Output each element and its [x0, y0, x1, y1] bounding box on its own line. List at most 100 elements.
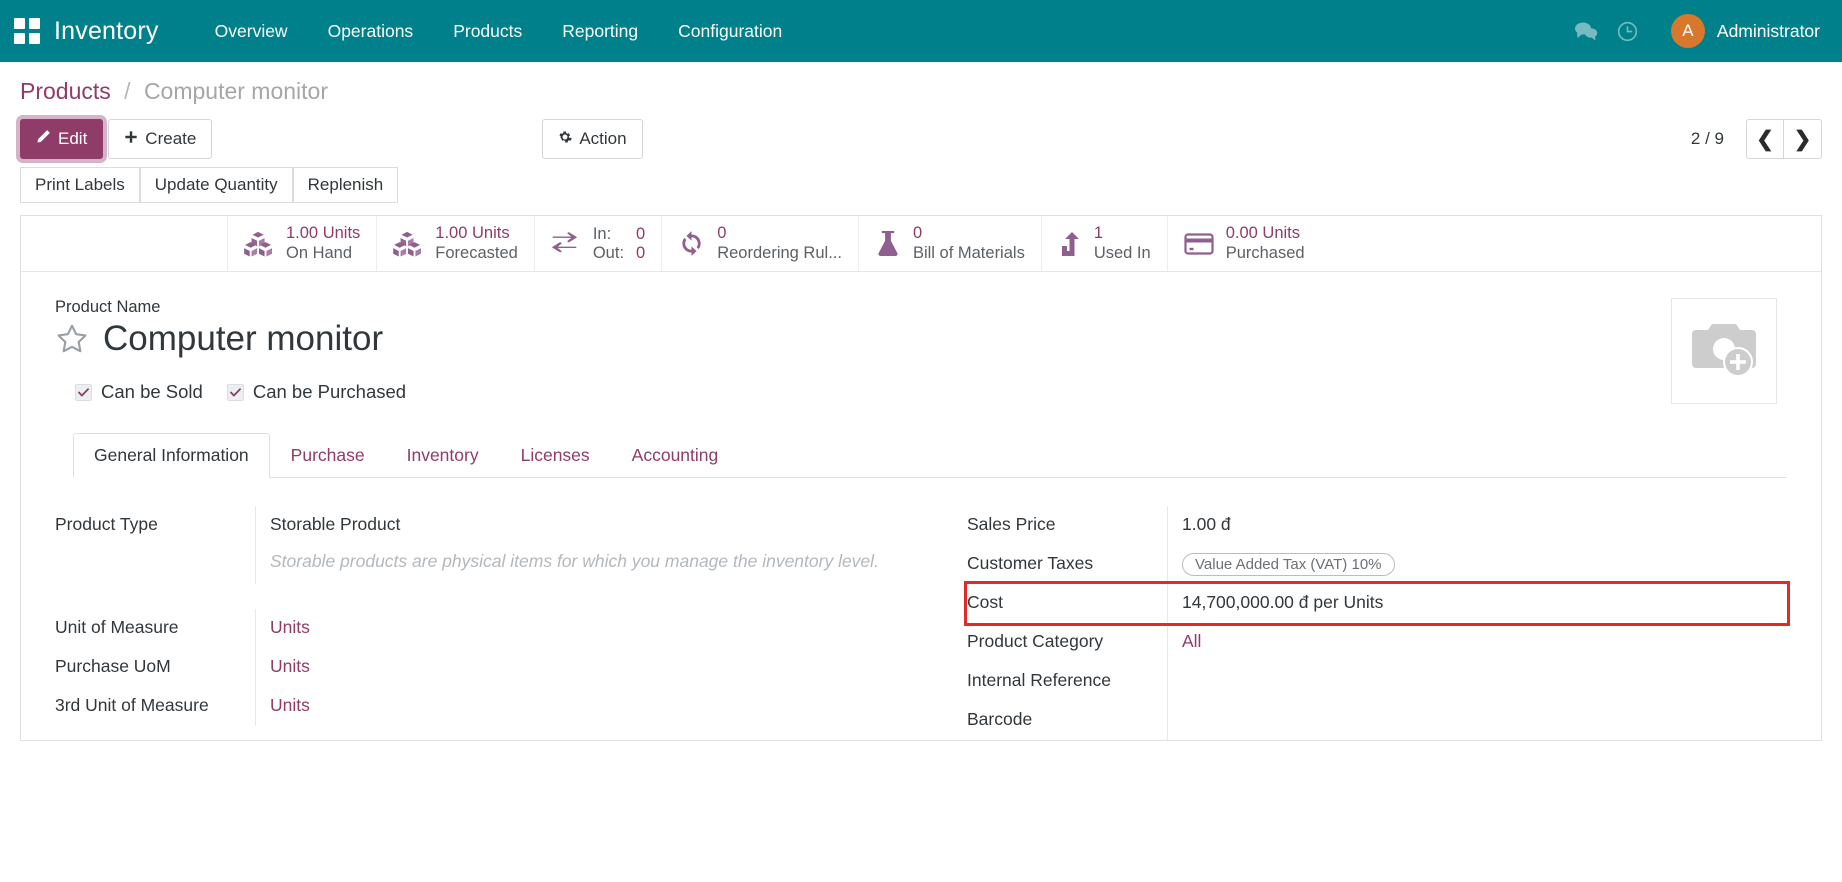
in-value: 0 [636, 224, 646, 243]
product-image-placeholder[interactable] [1671, 298, 1777, 404]
pager-next-button[interactable]: ❯ [1784, 119, 1822, 159]
control-panel-left: Edit Create [20, 119, 213, 159]
field-label: Product Type [55, 514, 158, 534]
plus-icon [124, 129, 138, 149]
control-panel-middle: Action [542, 119, 643, 159]
nav-menu-products[interactable]: Products [433, 0, 542, 62]
smart-button-bill-of-materials[interactable]: 0 Bill of Materials [859, 216, 1042, 271]
field-label: Sales Price [967, 514, 1056, 534]
field-third-unit-of-measure: 3rd Unit of Measure Units [55, 687, 921, 726]
field-value-internal-reference[interactable] [1167, 662, 1787, 701]
out-key: Out: [592, 243, 625, 262]
flask-icon [875, 230, 901, 257]
credit-card-icon [1184, 232, 1214, 256]
general-information-panel: Product Type Storable Product Storable p… [55, 478, 1790, 740]
create-button-label: Create [145, 129, 197, 148]
user-menu[interactable]: A Administrator [1670, 14, 1820, 48]
update-quantity-button[interactable]: Update Quantity [139, 167, 293, 203]
pager-count: 2 / 9 [1690, 129, 1724, 148]
in-key: In: [592, 224, 612, 243]
field-label-empty [55, 545, 255, 553]
field-product-category: Product Category All [967, 623, 1787, 662]
top-navbar: Inventory Overview Operations Products R… [0, 0, 1842, 62]
nav-menu-operations[interactable]: Operations [308, 0, 434, 62]
can-be-sold-checkbox[interactable] [75, 383, 92, 401]
field-product-type: Product Type Storable Product [55, 506, 921, 545]
smart-button-reordering-rules[interactable]: 0 Reordering Rul... [662, 216, 859, 271]
field-value-cost[interactable]: 14,700,000.00 đ per Units [1167, 584, 1787, 623]
star-outline-icon[interactable] [55, 322, 89, 356]
field-value-unit-of-measure[interactable]: Units [255, 609, 921, 648]
edit-button-label: Edit [58, 129, 88, 148]
smart-button-label: Forecasted [435, 243, 518, 262]
field-unit-of-measure: Unit of Measure Units [55, 609, 921, 648]
smart-button-bom-text: 0 Bill of Materials [913, 224, 1025, 264]
tab-purchase[interactable]: Purchase [270, 433, 386, 478]
field-value-product-type[interactable]: Storable Product [255, 506, 921, 545]
tab-licenses[interactable]: Licenses [500, 433, 611, 478]
clock-activities-icon[interactable] [1607, 11, 1649, 51]
can-be-sold-field: Can be Sold [75, 381, 203, 403]
smart-button-value: 1.00 Units [435, 223, 510, 242]
smart-button-used-in[interactable]: 1 Used In [1042, 216, 1168, 271]
page-root: Inventory Overview Operations Products R… [0, 0, 1842, 882]
smart-button-purchased[interactable]: 0.00 Units Purchased [1168, 216, 1321, 271]
field-label: Cost [967, 592, 1003, 612]
print-labels-button[interactable]: Print Labels [20, 167, 140, 203]
product-title-row: Computer monitor [55, 319, 1787, 359]
field-label: 3rd Unit of Measure [55, 695, 209, 715]
product-flags: Can be Sold Can be Purchased [75, 381, 1787, 403]
out-value: 0 [636, 243, 646, 262]
field-label: Internal Reference [967, 670, 1111, 690]
field-internal-reference: Internal Reference [967, 662, 1787, 701]
exchange-arrows-icon [551, 231, 581, 256]
nav-menu-configuration[interactable]: Configuration [658, 0, 802, 62]
field-value-purchase-uom[interactable]: Units [255, 648, 921, 687]
app-brand-inventory[interactable]: Inventory [54, 17, 159, 46]
nav-menu-overview[interactable]: Overview [195, 0, 308, 62]
breadcrumb-parent-products[interactable]: Products [20, 78, 111, 104]
messages-icon[interactable] [1565, 11, 1607, 51]
gear-icon [558, 129, 573, 149]
pager-previous-button[interactable]: ❮ [1746, 119, 1784, 159]
apps-grid-icon[interactable] [14, 18, 40, 44]
record-action-buttons: Print Labels Update Quantity Replenish [0, 167, 1842, 215]
smart-button-in-out[interactable]: In: 0 Out: 0 [535, 216, 663, 271]
control-panel: Edit Create Action 2 / 9 ❮ ❯ [0, 111, 1842, 167]
tax-badge: Value Added Tax (VAT) 10% [1182, 553, 1395, 576]
smart-button-on-hand[interactable]: 1.00 Units On Hand [228, 216, 378, 271]
breadcrumb-separator: / [124, 78, 131, 104]
field-cost: Cost 14,700,000.00 đ per Units [964, 581, 1790, 626]
smart-buttons-spacer [21, 216, 228, 271]
breadcrumb: Products / Computer monitor [0, 62, 1842, 111]
field-sales-price: Sales Price 1.00 đ [967, 506, 1787, 545]
left-field-column: Product Type Storable Product Storable p… [55, 506, 921, 740]
can-be-purchased-checkbox[interactable] [226, 383, 244, 401]
product-title-block: Product Name Computer monitor Can be Sol… [55, 298, 1787, 403]
tab-general-information[interactable]: General Information [73, 433, 270, 478]
smart-button-label: Bill of Materials [912, 243, 1025, 262]
camera-plus-icon [1688, 318, 1760, 385]
smart-button-in-out-text: In: 0 Out: 0 [593, 225, 645, 263]
smart-button-label: Used In [1093, 243, 1151, 262]
action-button[interactable]: Action [542, 119, 643, 159]
field-value-sales-price[interactable]: 1.00 đ [1167, 506, 1787, 545]
edit-button[interactable]: Edit [20, 119, 104, 159]
field-value-third-unit-of-measure[interactable]: Units [255, 687, 921, 726]
tab-accounting[interactable]: Accounting [611, 433, 740, 478]
nav-menu-reporting[interactable]: Reporting [542, 0, 658, 62]
smart-button-forecasted-text: 1.00 Units Forecasted [435, 224, 518, 264]
product-type-hint-wrapper: Storable products are physical items for… [255, 545, 921, 584]
smart-button-value: 1.00 Units [286, 223, 361, 242]
create-button[interactable]: Create [108, 119, 213, 159]
field-value-barcode[interactable] [1167, 701, 1787, 740]
boxes-icon [244, 231, 274, 257]
field-value-customer-taxes[interactable]: Value Added Tax (VAT) 10% [1167, 545, 1787, 584]
smart-button-forecasted[interactable]: 1.00 Units Forecasted [377, 216, 535, 271]
page-title: Computer monitor [103, 319, 384, 358]
chevron-right-icon: ❯ [1793, 127, 1812, 151]
chevron-left-icon: ❮ [1756, 127, 1774, 151]
replenish-button[interactable]: Replenish [292, 167, 399, 203]
tab-inventory[interactable]: Inventory [386, 433, 500, 478]
field-value-product-category[interactable]: All [1167, 623, 1787, 662]
